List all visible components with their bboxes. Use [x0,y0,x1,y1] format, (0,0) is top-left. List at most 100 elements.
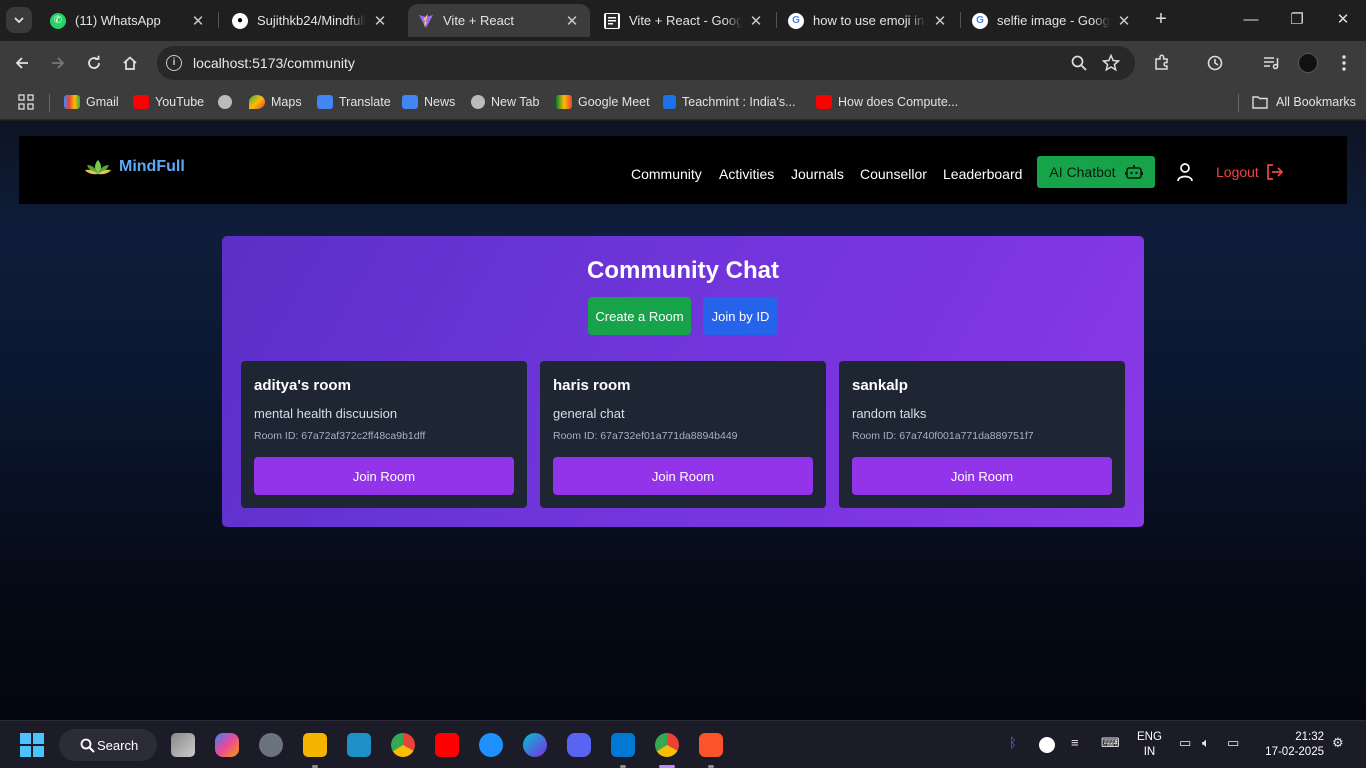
star-icon[interactable] [1102,54,1120,72]
url-text[interactable]: localhost:5173/community [193,55,355,71]
meet-icon [556,95,572,109]
room-id: Room ID: 67a732ef01a771da8894b449 [553,430,738,442]
notification-icon[interactable]: ⚙ [1332,735,1344,751]
apps-button[interactable] [18,93,34,111]
site-info-icon[interactable]: i [166,55,182,71]
close-icon[interactable]: ✕ [190,12,206,30]
bookmark-teachmint[interactable]: Teachmint : India's... [663,93,796,111]
browser-menu-button[interactable] [1333,52,1355,74]
ai-chatbot-button[interactable]: AI Chatbot [1037,156,1155,188]
file-explorer-icon[interactable] [303,733,327,757]
input-language[interactable]: ENG IN [1137,730,1162,760]
address-bar[interactable]: i localhost:5173/community [157,46,1135,80]
nav-activities[interactable]: Activities [719,166,774,182]
github-icon: ● [232,12,248,29]
remote-desktop-icon[interactable] [347,733,371,757]
media-control-button[interactable] [1260,52,1282,74]
forward-button[interactable] [46,51,70,75]
nav-leaderboard[interactable]: Leaderboard [943,166,1022,182]
tab-strip: ✆ (11) WhatsApp ✕ ● Sujithkb24/Mindfull-… [0,0,1366,41]
new-tab-button[interactable]: + [1150,8,1172,30]
start-button[interactable] [20,733,44,757]
whatsapp-icon: ✆ [50,12,66,29]
close-icon[interactable]: ✕ [372,12,388,30]
battery-icon[interactable]: ▭ [1227,735,1239,751]
vscode-icon[interactable] [611,733,635,757]
bookmark-maps[interactable]: Maps [249,93,302,111]
chrome-active-icon[interactable] [655,733,679,757]
bookmark-divider [1238,94,1239,112]
system-clock[interactable]: 21:32 17-02-2025 [1258,730,1324,760]
keyboard-icon[interactable]: ⌨ [1101,735,1120,751]
brave-icon[interactable] [699,733,723,757]
bluetooth-icon[interactable]: ᛒ [1009,735,1017,750]
bookmark-new-tab[interactable]: New Tab [471,93,539,111]
pen-menu-icon[interactable]: ≡ [1071,735,1079,750]
brand-name: MindFull [119,158,185,175]
logout-button[interactable]: Logout [1216,164,1284,180]
volume-icon[interactable]: 🔈︎ [1202,735,1210,751]
tab-title: (11) WhatsApp [75,13,161,28]
nav-journals[interactable]: Journals [791,166,844,182]
bookmark-gmail[interactable]: Gmail [64,93,119,111]
grammarly-icon[interactable] [1039,737,1055,753]
join-room-button[interactable]: Join Room [852,457,1112,495]
all-bookmarks-button[interactable]: All Bookmarks [1252,93,1356,111]
logout-icon [1266,164,1284,180]
home-button[interactable] [118,51,142,75]
bookmark-how-does-computer[interactable]: How does Compute... [816,93,958,111]
close-window-button[interactable]: ✕ [1328,8,1358,32]
history-button[interactable] [1204,52,1226,74]
bookmarks-bar: Gmail YouTube Maps Translate News New Ta… [0,85,1366,120]
bookmark-globe[interactable] [218,93,238,111]
bookmark-label: YouTube [155,95,205,109]
youtube-app-icon[interactable] [435,733,459,757]
network-icon[interactable]: ▭ [1179,735,1191,751]
bookmark-news[interactable]: News [402,93,455,111]
canva-icon[interactable] [523,733,547,757]
tab-google-selfie[interactable]: G selfie image - Google ✕ [962,4,1142,37]
chrome-icon[interactable] [391,733,415,757]
close-icon[interactable]: ✕ [748,12,764,30]
nav-counsellor[interactable]: Counsellor [860,166,927,182]
bookmark-translate[interactable]: Translate [317,93,391,111]
help-icon[interactable] [479,733,503,757]
vite-icon [418,13,434,29]
profile-button[interactable] [1297,52,1319,74]
close-icon[interactable]: ✕ [564,12,580,30]
tab-whatsapp[interactable]: ✆ (11) WhatsApp ✕ [40,4,216,37]
join-by-id-button[interactable]: Join by ID [703,297,778,335]
bookmark-youtube[interactable]: YouTube [133,93,204,111]
discord-icon[interactable] [567,733,591,757]
zoom-icon[interactable] [1070,54,1088,72]
tab-github[interactable]: ● Sujithkb24/Mindfull- ✕ [222,4,398,37]
language-code: ENG [1137,731,1162,743]
user-profile-icon[interactable] [1175,162,1195,182]
extensions-button[interactable] [1151,52,1173,74]
settings-gear-icon[interactable] [259,733,283,757]
tab-google-docs[interactable]: Vite + React - Google ✕ [594,4,774,37]
close-icon[interactable]: ✕ [1116,12,1132,30]
restore-button[interactable]: ❐ [1282,8,1312,32]
back-button[interactable] [10,51,34,75]
tab-vite-react-active[interactable]: Vite + React ✕ [408,4,590,37]
close-icon[interactable]: ✕ [932,12,948,30]
create-room-button[interactable]: Create a Room [588,297,691,335]
minimize-button[interactable]: — [1236,8,1266,32]
taskbar-search[interactable]: Search [59,729,157,761]
bookmark-label: How does Compute... [838,95,959,109]
room-name: haris room [553,377,631,394]
join-room-button[interactable]: Join Room [254,457,514,495]
copilot-icon[interactable] [215,733,239,757]
reload-button[interactable] [82,51,106,75]
tab-google-emoji[interactable]: G how to use emoji in l ✕ [778,4,958,37]
google-icon: G [788,12,804,29]
nav-community[interactable]: Community [631,166,702,182]
tab-search-button[interactable] [6,7,32,33]
room-description: random talks [852,406,927,421]
brand-logo[interactable]: MindFull [85,158,185,176]
join-room-button[interactable]: Join Room [553,457,813,495]
task-view-icon[interactable] [171,733,195,757]
bookmark-google-meet[interactable]: Google Meet [556,93,650,111]
arrow-right-icon [52,57,65,69]
